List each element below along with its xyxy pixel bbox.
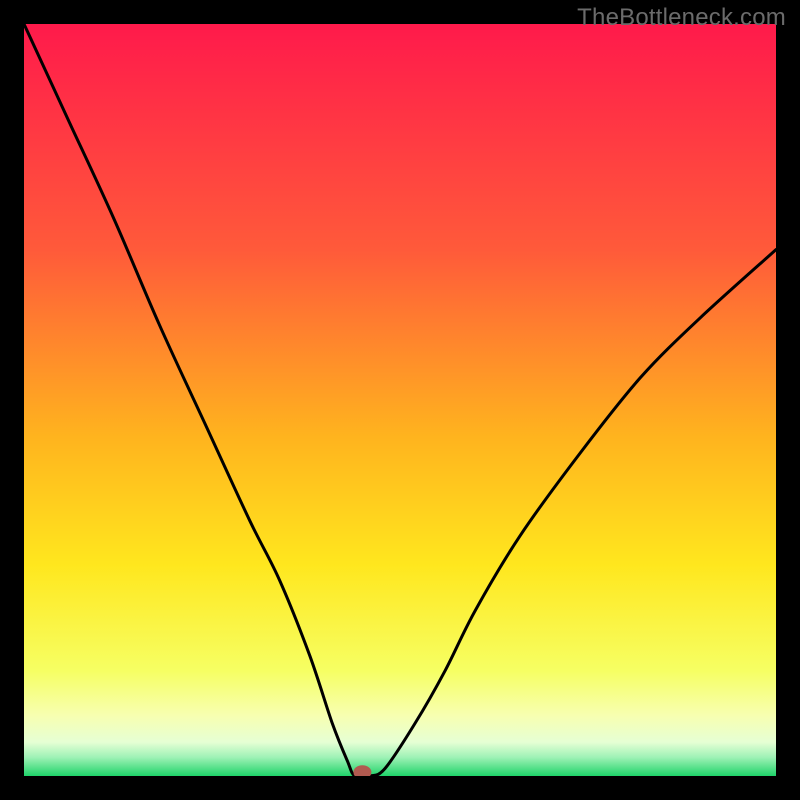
chart-frame: TheBottleneck.com <box>0 0 800 800</box>
plot-area <box>24 24 776 776</box>
gradient-background <box>24 24 776 776</box>
watermark-label: TheBottleneck.com <box>577 4 786 32</box>
chart-svg <box>24 24 776 776</box>
